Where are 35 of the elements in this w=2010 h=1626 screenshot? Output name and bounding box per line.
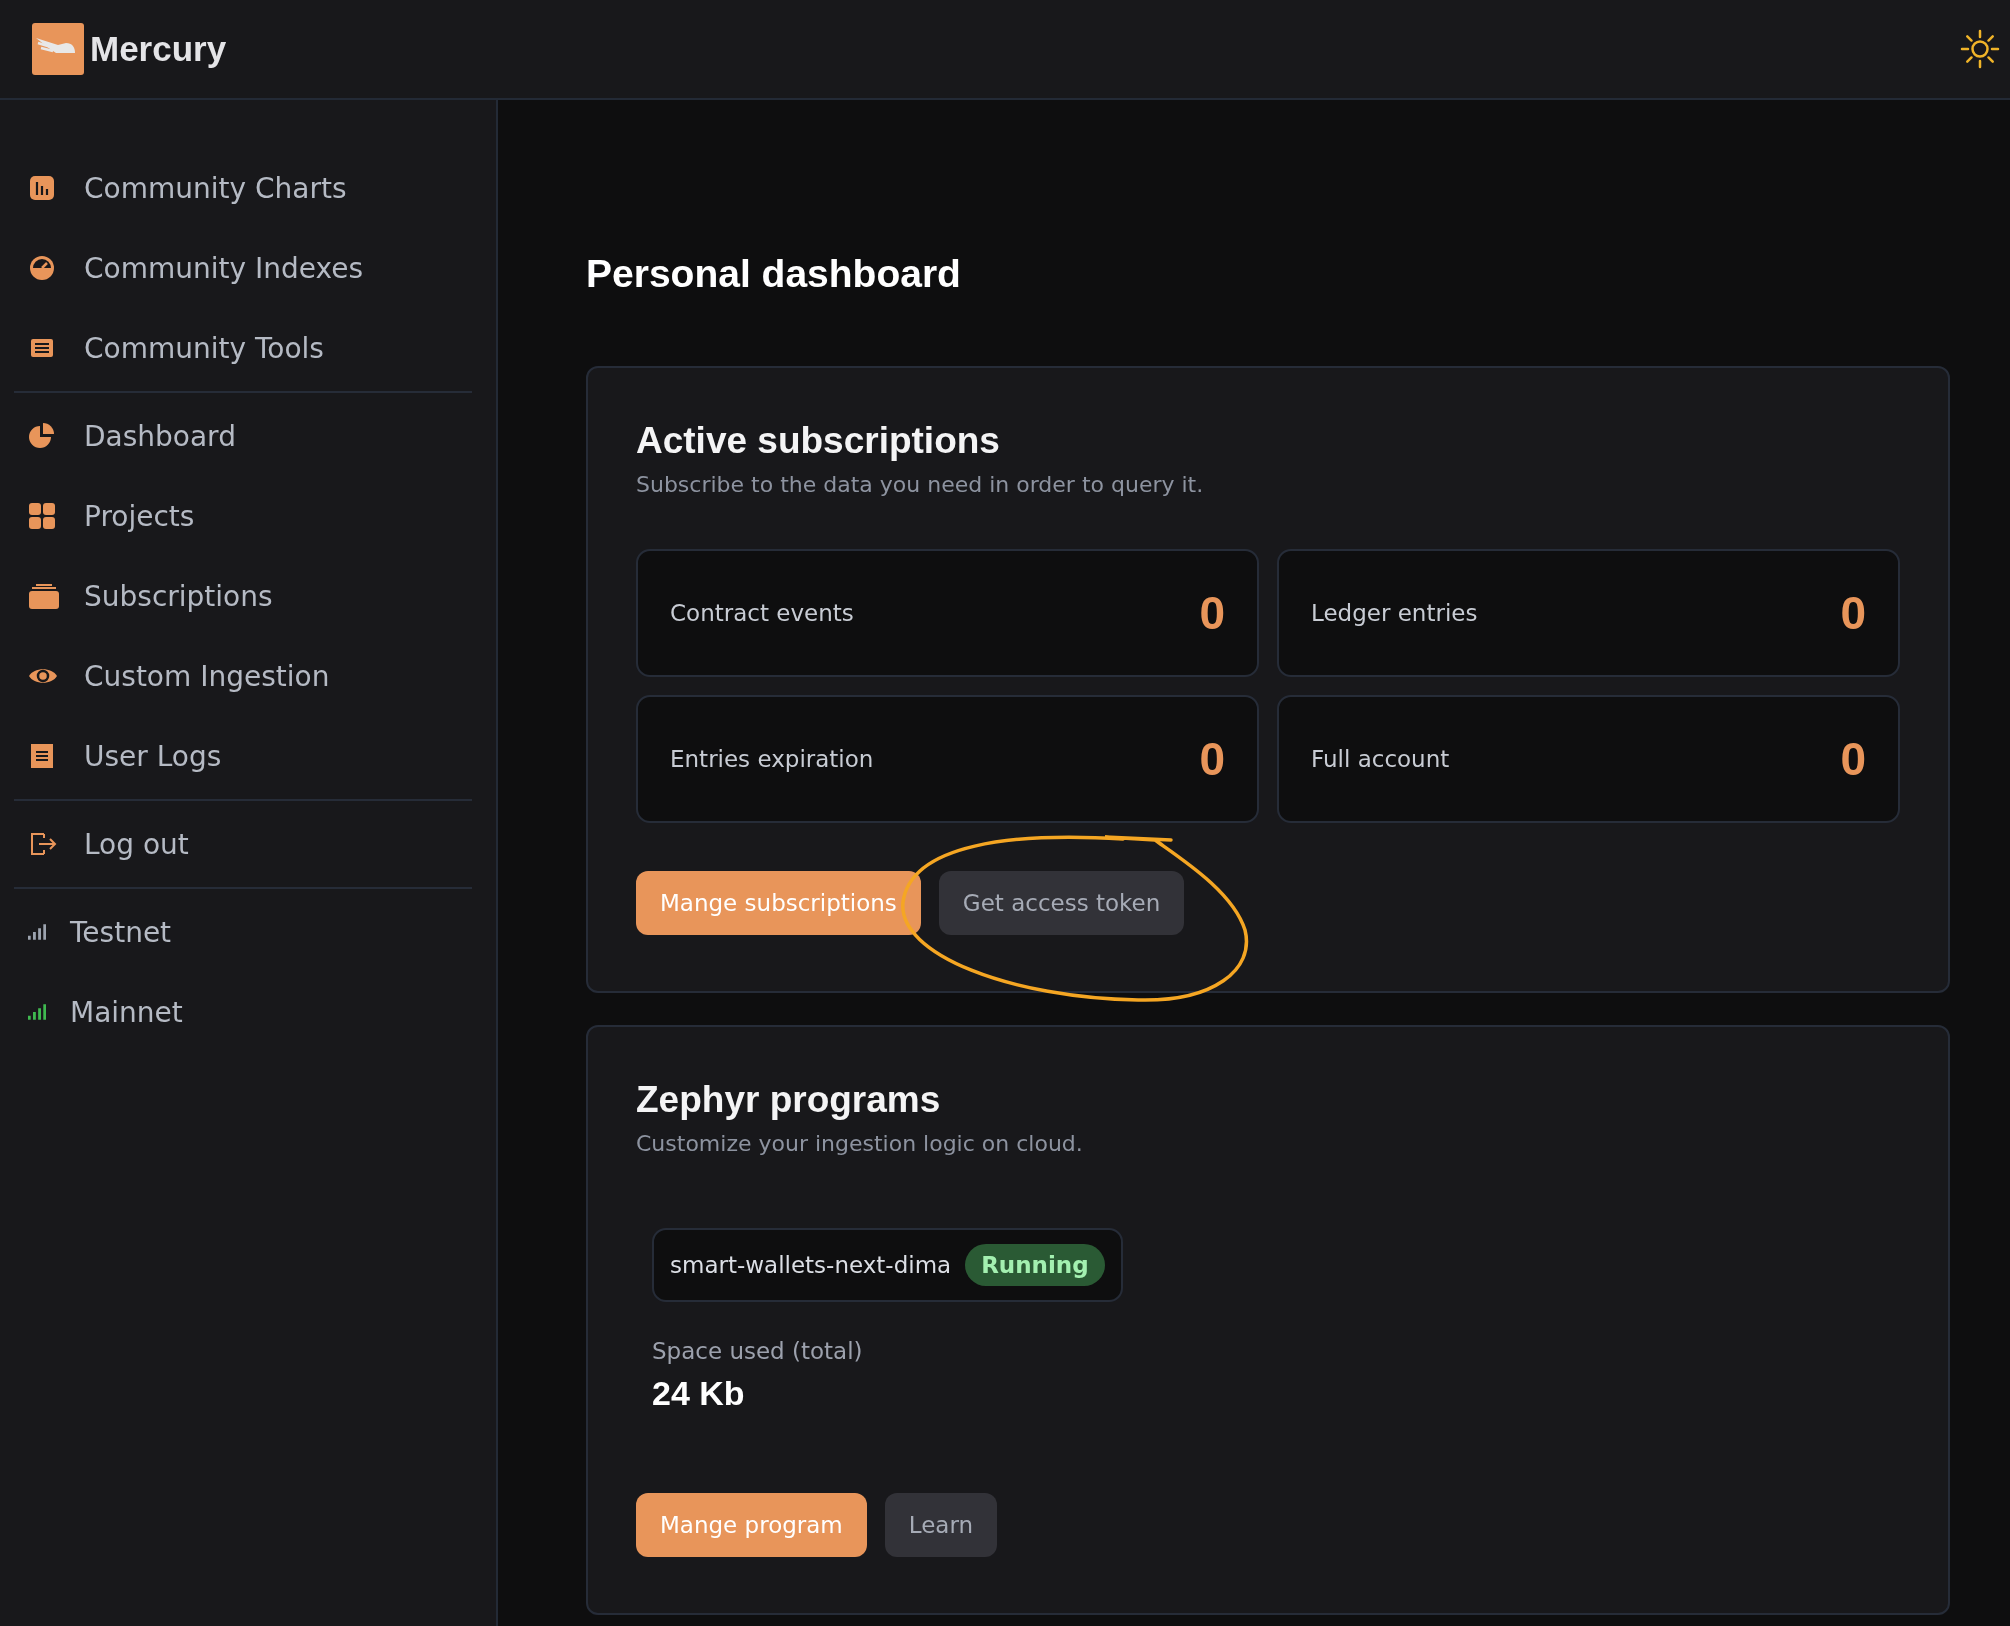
nav-item[interactable]: Community Charts bbox=[14, 148, 472, 228]
nav-item[interactable]: Community Indexes bbox=[14, 228, 472, 308]
metric-value: 0 bbox=[1840, 732, 1866, 786]
nav-item[interactable]: Dashboard bbox=[14, 396, 472, 476]
stack-icon bbox=[28, 582, 60, 610]
card-title: Active subscriptions bbox=[636, 420, 1001, 462]
secondary-button[interactable]: Learn bbox=[884, 1493, 998, 1557]
network-item[interactable]: Testnet bbox=[14, 892, 472, 972]
logo-icon bbox=[32, 23, 84, 75]
nav-item[interactable]: Community Tools bbox=[14, 308, 472, 388]
program-name: smart-wallets-next-dima bbox=[670, 1252, 952, 1278]
secondary-button[interactable]: Get access token bbox=[938, 871, 1185, 935]
nav-item[interactable]: Log out bbox=[14, 804, 472, 884]
metric-label: Full account bbox=[1311, 746, 1450, 772]
nav-item[interactable]: Projects bbox=[14, 476, 472, 556]
nav-item[interactable]: User Logs bbox=[14, 716, 472, 796]
metric-label: Contract events bbox=[670, 600, 854, 626]
metric-label: Ledger entries bbox=[1311, 600, 1478, 626]
space-value: 24 Kb bbox=[652, 1374, 746, 1413]
status-badge: Running bbox=[965, 1244, 1105, 1286]
program-item[interactable]: smart-wallets-next-dima Running bbox=[652, 1228, 1123, 1302]
network-item[interactable]: Mainnet bbox=[14, 972, 472, 1052]
card-subtitle: Subscribe to the data you need in order to query it. bbox=[636, 472, 1205, 497]
metric-value: 0 bbox=[1199, 732, 1225, 786]
nav-item[interactable]: Subscriptions bbox=[14, 556, 472, 636]
metric-label: Entries expiration bbox=[670, 746, 874, 772]
brand-name[interactable]: Mercury bbox=[90, 29, 227, 69]
nav-item[interactable]: Custom Ingestion bbox=[14, 636, 472, 716]
metric-value: 0 bbox=[1199, 586, 1225, 640]
card-subtitle: Customize your ingestion logic on cloud. bbox=[636, 1131, 1084, 1156]
metric-value: 0 bbox=[1840, 586, 1866, 640]
space-label: Space used (total) bbox=[652, 1338, 864, 1364]
theme-toggle-icon[interactable] bbox=[1960, 29, 2000, 69]
card-title: Zephyr programs bbox=[636, 1079, 942, 1121]
page-title: Personal dashboard bbox=[586, 252, 962, 296]
